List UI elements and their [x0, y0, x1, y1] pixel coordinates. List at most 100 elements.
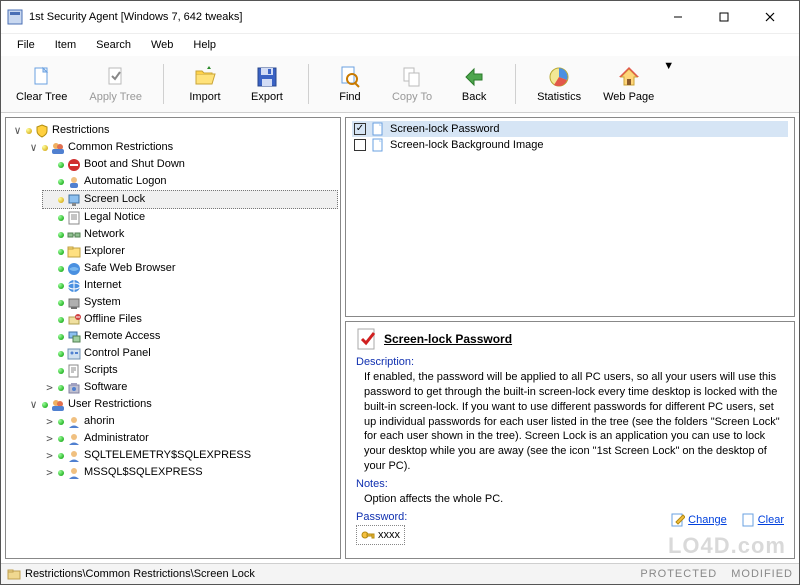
tree-item[interactable]: Legal Notice — [42, 209, 338, 226]
password-field[interactable]: xxxx — [356, 525, 405, 545]
maximize-button[interactable] — [701, 5, 747, 29]
tree-item[interactable]: System — [42, 294, 338, 311]
statistics-button[interactable]: Statistics — [528, 60, 590, 108]
toolbar-label: Find — [339, 91, 360, 103]
tree-panel[interactable]: ∨ Restrictions ∨ Common Restrictions — [5, 117, 341, 559]
toolbar-label: Web Page — [603, 91, 654, 103]
export-button[interactable]: Export — [238, 60, 296, 108]
dropdown-arrow-icon[interactable]: ▼ — [663, 60, 674, 72]
tree-item[interactable]: Scripts — [42, 362, 338, 379]
status-bullet-icon — [58, 300, 64, 306]
tree-label: Automatic Logon — [84, 173, 167, 190]
tree-item[interactable]: Automatic Logon — [42, 173, 338, 190]
clear-tree-button[interactable]: Clear Tree — [7, 60, 76, 108]
tree-label: SQLTELEMETRY$SQLEXPRESS — [84, 447, 251, 464]
status-bullet-icon — [26, 128, 32, 134]
tree-label: Software — [84, 379, 127, 396]
right-panel: ✓ Screen-lock Password Screen-lock Backg… — [345, 117, 795, 559]
expand-icon[interactable]: > — [44, 447, 55, 464]
toolbar-label: Statistics — [537, 91, 581, 103]
expand-icon[interactable]: > — [44, 413, 55, 430]
description-label: Description: — [356, 356, 784, 368]
find-button[interactable]: Find — [321, 60, 379, 108]
checkbox[interactable] — [354, 139, 366, 151]
tree-item[interactable]: Boot and Shut Down — [42, 156, 338, 173]
menu-search[interactable]: Search — [88, 36, 139, 54]
tree-label: ahorin — [84, 413, 115, 430]
tree-item[interactable]: Offline Files — [42, 311, 338, 328]
menu-item[interactable]: Item — [47, 36, 84, 54]
tree-label: Network — [84, 226, 124, 243]
minimize-button[interactable] — [655, 5, 701, 29]
tree-item-user[interactable]: > Administrator — [42, 430, 338, 447]
tree-item[interactable]: Screen Lock — [42, 190, 338, 209]
list-item[interactable]: Screen-lock Background Image — [352, 137, 788, 153]
tree-label: Remote Access — [84, 328, 160, 345]
status-bullet-icon — [58, 453, 64, 459]
toolbar-label: Apply Tree — [89, 91, 142, 103]
expand-icon[interactable]: > — [44, 379, 55, 396]
user-icon — [67, 449, 81, 463]
tree-label: Offline Files — [84, 311, 142, 328]
menu-file[interactable]: File — [9, 36, 43, 54]
tree-item-user[interactable]: > MSSQL$SQLEXPRESS — [42, 464, 338, 481]
collapse-icon[interactable]: ∨ — [28, 139, 39, 156]
copy-to-button[interactable]: Copy To — [383, 60, 441, 108]
edit-page-icon — [671, 513, 685, 527]
link-label: Clear — [758, 514, 784, 526]
status-bullet-icon — [58, 419, 64, 425]
tree-label: Control Panel — [84, 345, 151, 362]
options-list[interactable]: ✓ Screen-lock Password Screen-lock Backg… — [345, 117, 795, 317]
category-icon — [67, 228, 81, 242]
checkbox[interactable]: ✓ — [354, 123, 366, 135]
page-icon — [371, 122, 385, 136]
status-bullet-icon — [58, 266, 64, 272]
tree-label: Screen Lock — [84, 191, 145, 208]
list-item[interactable]: ✓ Screen-lock Password — [352, 121, 788, 137]
detail-title: Screen-lock Password — [384, 332, 512, 346]
tree-item[interactable]: Control Panel — [42, 345, 338, 362]
users-icon — [51, 141, 65, 155]
collapse-icon[interactable]: ∨ — [28, 396, 39, 413]
tree-label: Safe Web Browser — [84, 260, 176, 277]
web-page-button[interactable]: Web Page — [594, 60, 663, 108]
status-modified: MODIFIED — [731, 568, 793, 580]
tree-item[interactable]: Remote Access — [42, 328, 338, 345]
menu-help[interactable]: Help — [185, 36, 224, 54]
tree-item[interactable]: Explorer — [42, 243, 338, 260]
tree-item[interactable]: Internet — [42, 277, 338, 294]
save-icon — [255, 65, 279, 89]
tree-item-user[interactable]: > ahorin — [42, 413, 338, 430]
description-text: If enabled, the password will be applied… — [364, 370, 780, 474]
expand-icon[interactable]: > — [44, 430, 55, 447]
tree-item[interactable]: > Software — [42, 379, 338, 396]
change-link[interactable]: Change — [671, 513, 727, 527]
tree-item[interactable]: Network — [42, 226, 338, 243]
import-button[interactable]: Import — [176, 60, 234, 108]
key-icon — [361, 528, 375, 542]
checkmark-page-icon — [356, 328, 378, 350]
copy-icon — [400, 65, 424, 89]
tree-label: Explorer — [84, 243, 125, 260]
tree-item-user[interactable]: > SQLTELEMETRY$SQLEXPRESS — [42, 447, 338, 464]
close-button[interactable] — [747, 5, 793, 29]
tree-user-restrictions[interactable]: ∨ User Restrictions — [26, 396, 338, 413]
tree-common-restrictions[interactable]: ∨ Common Restrictions — [26, 139, 338, 156]
app-window: 1st Security Agent [Windows 7, 642 tweak… — [0, 0, 800, 585]
status-bullet-icon — [58, 470, 64, 476]
status-bullet-icon — [58, 334, 64, 340]
menu-web[interactable]: Web — [143, 36, 181, 54]
expand-icon[interactable]: > — [44, 464, 55, 481]
user-icon — [67, 432, 81, 446]
collapse-icon[interactable]: ∨ — [12, 122, 23, 139]
tree-item[interactable]: Safe Web Browser — [42, 260, 338, 277]
apply-tree-button[interactable]: Apply Tree — [80, 60, 151, 108]
back-button[interactable]: Back — [445, 60, 503, 108]
users-icon — [51, 398, 65, 412]
category-icon — [67, 330, 81, 344]
home-icon — [617, 65, 641, 89]
clear-link[interactable]: Clear — [741, 513, 784, 527]
status-bullet-icon — [58, 317, 64, 323]
toolbar-label: Import — [189, 91, 220, 103]
tree-root-restrictions[interactable]: ∨ Restrictions — [10, 122, 338, 139]
